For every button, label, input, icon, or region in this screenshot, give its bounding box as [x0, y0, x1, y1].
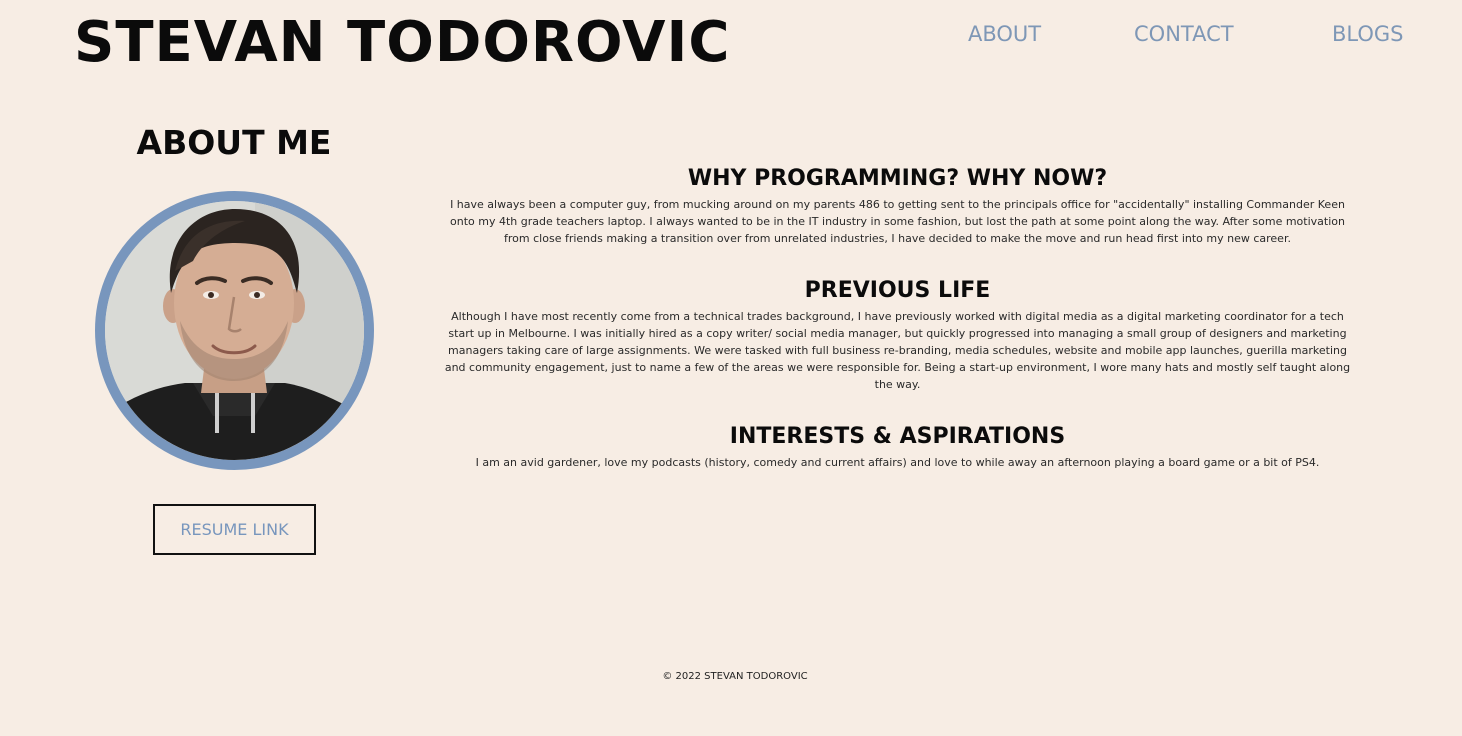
- previous-life-heading: PREVIOUS LIFE: [804, 278, 991, 303]
- page: STEVAN TODOROVIC ABOUT CONTACT BLOGS ABO…: [0, 0, 1462, 736]
- profile-photo: [95, 191, 374, 470]
- why-programming-heading: WHY PROGRAMMING? WHY NOW?: [687, 166, 1108, 191]
- interests-section: INTERESTS & ASPIRATIONS I am an avid gar…: [440, 422, 1355, 471]
- previous-life-text: Although I have most recently come from …: [444, 310, 1351, 391]
- main-nav: ABOUT CONTACT BLOGS: [0, 21, 1462, 49]
- nav-about-link[interactable]: ABOUT: [968, 21, 1041, 47]
- nav-contact-link[interactable]: CONTACT: [1134, 21, 1234, 47]
- nav-blogs-link[interactable]: BLOGS: [1332, 21, 1404, 47]
- resume-link-button[interactable]: RESUME LINK: [153, 504, 316, 555]
- interests-heading: INTERESTS & ASPIRATIONS: [729, 424, 1066, 449]
- previous-life-section: PREVIOUS LIFE Although I have most recen…: [440, 276, 1355, 393]
- about-me-heading: ABOUT ME: [136, 123, 332, 162]
- interests-text: I am an avid gardener, love my podcasts …: [475, 456, 1320, 469]
- footer-copyright: © 2022 STEVAN TODOROVIC: [662, 671, 808, 682]
- why-programming-section: WHY PROGRAMMING? WHY NOW? I have always …: [440, 164, 1355, 247]
- why-programming-text: I have always been a computer guy, from …: [450, 198, 1345, 245]
